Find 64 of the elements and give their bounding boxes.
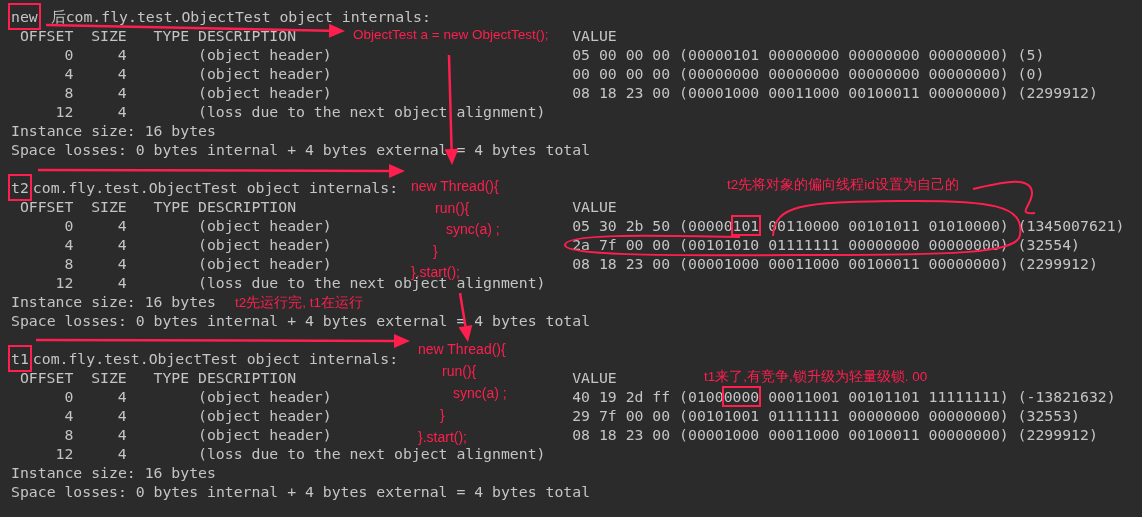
curved-line [972,180,1036,215]
terminal-line: Space losses: 0 bytes internal + 4 bytes external = 4 bytes total [11,482,591,501]
table-cell-text: 08 18 23 00 (00001000 00011000 00100011 00000000) (2299912) [571,425,1099,445]
table-cell: 8 [64,254,74,273]
table-cell: 8 [64,425,74,444]
table-cell: 0 [64,387,74,406]
annotation-code-line: sync(a) ; [446,221,500,237]
annotation-code-line: run(){ [435,199,470,216]
table-cell-text: (loss due to the next object alignment) [198,445,546,463]
table-cell: (object header) [198,406,332,425]
table-cell: 4 [117,83,127,102]
table-cell: 12 [55,273,74,292]
table-cell: (loss due to the next object alignment) [198,102,546,121]
table-cell: 4 [117,102,127,121]
terminal-line: Space losses: 0 bytes internal + 4 bytes external = 4 bytes total [11,140,591,159]
table-cell-text: 2a 7f 00 00 (00101010 01111111 00000000 00000000) (32554) [571,235,1081,255]
table-cell: 4 [117,254,127,273]
table-cell: 0 [64,45,74,64]
table-cell: (object header) [198,254,332,273]
arrow [458,292,473,342]
table-cell: (object header) [198,425,332,444]
table-cell: 4 [117,406,127,425]
table-cell: 0 [64,216,74,235]
table-cell-text: 08 18 23 00 (00001000 00011000 00100011 00000000) (2299912) [571,83,1099,103]
table-cell: 4 [117,64,127,83]
annotation-note: t2先将对象的偏向线程id设置为自己的 [727,177,959,193]
terminal-line: Instance size: 16 bytes [11,121,216,140]
annotation-code-line: new Thread(){ [411,178,499,194]
table-cell-text: 08 18 23 00 (00001000 00011000 00100011 00000000) (2299912) [571,254,1099,274]
annotation-code-line: sync(a) ; [453,385,507,401]
annotation-code-line: }.start(); [418,429,467,445]
column-header: VALUE [572,26,617,45]
table-cell-text: 29 7f 00 00 (00101001 01111111 00000000 00000000) (32553) [571,406,1081,426]
column-header: VALUE [572,368,617,387]
table-cell: 12 [55,444,74,463]
annotation-code-line: run(){ [442,363,477,379]
annotation-code-line: } [433,242,438,259]
table-cell: 4 [64,406,74,425]
table-cell: (object header) [198,387,332,406]
table-cell: (object header) [198,216,332,235]
table-cell-text: 00 00 00 00 (00000000 00000000 00000000 00000000) (0) [571,64,1046,84]
table-cell: (object header) [198,45,332,64]
table-cell: 4 [64,235,74,254]
table-cell: (object header) [198,235,332,254]
column-header: VALUE [572,197,617,216]
annotation-code-line: } [440,407,445,423]
annotation-code-line: new Thread(){ [418,341,506,357]
table-cell: 4 [117,45,127,64]
table-cell: 4 [117,425,127,444]
table-cell: 4 [117,444,127,463]
annotation-note: t2先运行完, t1在运行 [235,295,364,311]
table-cell: (object header) [198,83,332,102]
terminal-line: Instance size: 16 bytes [11,463,216,482]
table-cell: 4 [117,273,127,292]
table-cell: 4 [117,216,127,235]
terminal-line: Instance size: 16 bytes [11,292,216,311]
table-cell: (object header) [198,64,332,83]
table-cell: 4 [117,235,127,254]
table-cell: 12 [55,102,74,121]
table-cell: 8 [64,83,74,102]
table-cell: 4 [64,64,74,83]
table-cell: 4 [117,387,127,406]
annotation-note: t1来了,有竞争,锁升级为轻量级锁. 00 [704,369,928,385]
table-cell-text: 05 00 00 00 (00000101 00000000 00000000 00000000) (5) [571,45,1046,65]
